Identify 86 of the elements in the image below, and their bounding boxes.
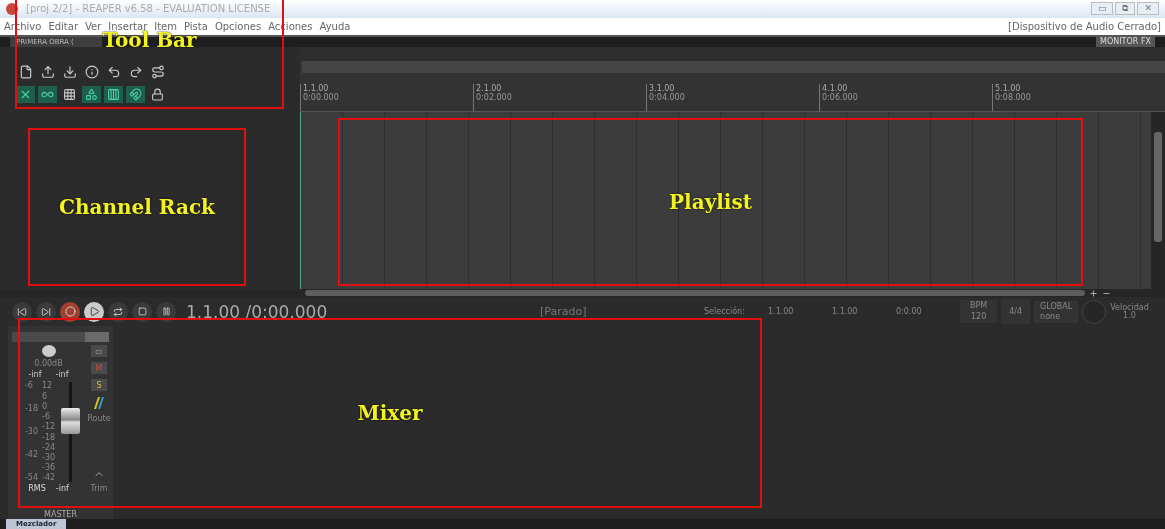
scale-label: -18: [24, 405, 38, 414]
scale-label: -18: [42, 433, 56, 442]
time-label: 0:08.000: [995, 93, 1032, 103]
audio-status: [Dispositivo de Audio Cerrado]: [1008, 21, 1161, 33]
play-button[interactable]: [84, 301, 104, 322]
rate-label: Velocidad: [1110, 303, 1149, 312]
scale-label: 12: [42, 382, 54, 391]
scale-label: -30: [42, 454, 56, 462]
window-control[interactable]: ✕: [1137, 2, 1159, 16]
trim-label: Trim: [90, 485, 108, 494]
annotation-label: Channel Rack: [59, 194, 215, 220]
repeat-icon: [113, 306, 123, 317]
volume-fader[interactable]: [61, 407, 81, 434]
menu-item[interactable]: Ver: [85, 21, 102, 33]
io-button[interactable]: ▭: [91, 345, 107, 358]
skip-back-icon: [17, 306, 27, 317]
fx-field[interactable]: [12, 332, 109, 343]
solo-button[interactable]: S: [91, 379, 107, 392]
loop-icon[interactable]: [38, 86, 57, 104]
selection-label: Selección:: [704, 307, 746, 317]
scale-label: 6: [42, 392, 49, 401]
bar-label: 3.1.00: [649, 84, 675, 94]
pause-button[interactable]: [156, 301, 176, 322]
scale-label: -42: [42, 474, 56, 483]
menu-item[interactable]: Item: [154, 21, 177, 33]
stop-icon: [137, 307, 147, 317]
position-readout: 1.1.00 /0:00.000: [186, 301, 329, 322]
scale-label: -24: [42, 443, 56, 452]
annotation-label: Playlist: [669, 189, 752, 215]
scale-label: -12: [42, 423, 56, 432]
pan-knob[interactable]: [41, 345, 56, 358]
route-icon[interactable]: [92, 396, 106, 411]
magnet-icon[interactable]: [126, 86, 145, 104]
time-label: 0:06.000: [822, 93, 859, 103]
peak-readout: -inf: [55, 371, 69, 380]
monitor-fx-button[interactable]: MONITOR FX: [1096, 37, 1155, 48]
global-box: GLOBAL none: [1034, 300, 1079, 323]
shapes-icon[interactable]: [82, 86, 101, 104]
time-label: 0:02.000: [476, 93, 513, 103]
zoom-in-icon[interactable]: [1089, 288, 1098, 298]
time-label: 0:04.000: [649, 93, 686, 103]
scale-label: -54: [24, 474, 38, 483]
vertical-scrollbar[interactable]: [1151, 112, 1165, 289]
stop-button[interactable]: [132, 301, 152, 322]
route-label: Route: [87, 415, 111, 424]
horizontal-scrollbar[interactable]: [0, 289, 1165, 297]
scale-label: -6: [24, 382, 34, 391]
menu-item[interactable]: Pista: [184, 21, 208, 33]
repeat-button[interactable]: [108, 301, 128, 322]
menu-item[interactable]: Opciones: [214, 21, 262, 33]
tempo-box: BPM 120: [960, 300, 998, 324]
time-signature: 4/4: [1001, 299, 1031, 325]
record-icon: [64, 306, 76, 318]
scale-label: -36: [42, 464, 56, 473]
play-status: [Parado]: [540, 305, 588, 319]
selection-value: 1.1.00: [832, 307, 859, 317]
play-icon: [88, 306, 100, 318]
meter-mode: RMS: [28, 485, 46, 494]
window-title: [proj 2/2] - REAPER v6.58 - EVALUATION LICENSE: [26, 3, 271, 15]
bar-label: 5.1.00: [995, 84, 1021, 94]
bar-label: 1.1.00: [303, 84, 329, 94]
peak-readout: -inf: [28, 371, 42, 380]
pause-icon: [161, 307, 171, 317]
record-button[interactable]: [60, 301, 80, 322]
skip-forward-icon: [41, 306, 51, 317]
scale-label: -42: [24, 451, 38, 460]
columns-icon[interactable]: [104, 86, 123, 104]
menu-item[interactable]: Editar: [48, 21, 78, 33]
selection-value: 0:0.00: [896, 307, 923, 317]
bar-label: 2.1.00: [476, 84, 502, 94]
scale-label: -30: [24, 428, 38, 437]
menu-item[interactable]: Ayuda: [319, 21, 351, 33]
scale-label: 0: [42, 402, 49, 411]
skip-forward-button[interactable]: [36, 301, 56, 322]
window-control[interactable]: ⧉: [1115, 2, 1136, 16]
selection-value: 1.1.00: [768, 307, 795, 317]
volume-readout: 0.00dB: [34, 360, 63, 369]
bar-label: 4.1.00: [822, 84, 848, 94]
window-control[interactable]: ▭: [1090, 2, 1114, 16]
meter-value: -inf: [55, 485, 69, 494]
channel-name: MASTER: [43, 510, 78, 519]
annotation-label: Mixer: [357, 400, 423, 426]
rate-value: 1.0: [1123, 311, 1136, 320]
scale-label: -6: [42, 413, 51, 422]
time-label: 0:00.000: [303, 93, 340, 103]
skip-back-button[interactable]: [12, 301, 32, 322]
